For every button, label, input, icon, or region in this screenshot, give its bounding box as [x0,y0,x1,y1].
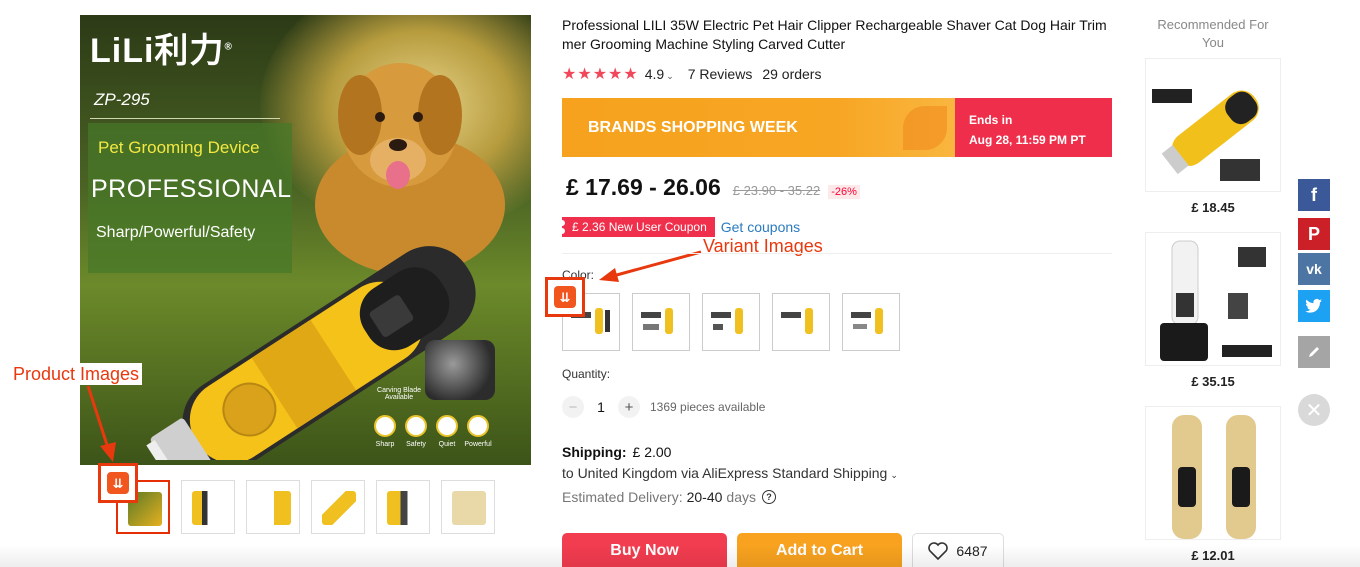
help-question-icon[interactable]: ? [761,490,776,504]
variant-thumb-2 [641,308,673,334]
close-icon[interactable]: ✕ [1298,394,1330,426]
download-variants-icon: ⇊ [554,286,576,308]
rating-row: ★★★★★ 4.9 ⌄ 7 Reviews 29 orders [562,64,821,84]
variant-thumb-3 [711,308,743,334]
recommended-image-3 [1145,406,1281,540]
recommended-title: Recommended For You [1157,17,1269,50]
recommended-image-1 [1145,58,1281,192]
price-row: £ 17.69 - 26.06 £ 23.90 - 35.22 -26% [566,174,860,201]
quantity-stepper: − 1 + 1369 pieces available [562,396,765,418]
quiet-icon [436,415,458,437]
ends-in-time: Aug 28, 11:59 PM PT [969,133,1086,147]
variant-images-marker: ⇊ [545,277,585,317]
thumbnail-2[interactable] [181,480,235,534]
thumbnail-6[interactable] [441,480,495,534]
shipping-method[interactable]: to United Kingdom via AliExpress Standar… [562,465,898,481]
feature-sharp: Sharp [372,415,398,448]
sharp-icon [374,415,396,437]
variant-option-4[interactable] [772,293,830,351]
variant-option-5[interactable] [842,293,900,351]
section-divider [562,253,1112,254]
twitter-icon[interactable] [1298,290,1330,322]
feature-icons: Sharp Safety Quiet Powerful [372,415,492,448]
feature-quiet: Quiet [434,415,460,448]
feature-safety: Safety [403,415,429,448]
current-price: £ 17.69 - 26.06 [566,174,721,200]
facebook-icon[interactable]: f [1298,179,1330,211]
ends-in-label: Ends in [969,113,1013,127]
promo-title: BRANDS SHOPPING WEEK [562,98,955,157]
promo-banner[interactable]: BRANDS SHOPPING WEEK Ends in Aug 28, 11:… [562,98,1112,157]
recommended-price-1: £ 18.45 [1191,200,1235,215]
headline-text: PROFESSIONAL [91,175,292,203]
carving-blade-image [425,340,495,400]
increase-quantity-button[interactable]: + [618,396,640,418]
model-divider [90,118,280,119]
variant-thumb-4 [781,308,813,334]
quantity-label: Quantity: [562,367,611,381]
variant-thumb-5 [851,308,883,334]
new-user-coupon[interactable]: £ 2.36 New User Coupon [559,217,715,237]
pinterest-icon[interactable]: P [1298,218,1330,250]
reviews-link[interactable]: 7 Reviews [688,66,753,82]
thumbnail-5[interactable] [376,480,430,534]
wishlist-button[interactable]: 6487 [912,533,1004,567]
color-variants [562,293,900,351]
rating-score[interactable]: 4.9 ⌄ [645,66,674,82]
safety-icon [405,415,427,437]
product-images-annotation: Product Images [10,363,143,385]
get-coupons-link[interactable]: Get coupons [721,219,800,235]
thumbnail-3[interactable] [246,480,300,534]
main-product-image[interactable]: LiLi利力® ZP-295 Pet Grooming Device PROFE… [80,15,531,465]
product-thumbnails [116,480,495,534]
product-images-arrow [86,385,116,462]
orders-count: 29 orders [762,66,822,82]
recommended-image-2 [1145,232,1281,366]
carving-blade-label: Carving Blade Available [377,387,421,401]
thumbnail-4[interactable] [311,480,365,534]
recommended-price-3: £ 12.01 [1191,548,1235,563]
product-title: Professional LILI 35W Electric Pet Hair … [562,17,1107,52]
heart-icon [928,542,949,560]
recommended-price-2: £ 35.15 [1191,374,1235,389]
discount-badge: -26% [828,185,860,199]
variant-option-3[interactable] [702,293,760,351]
star-rating-icon: ★★★★★ [562,66,639,83]
buy-now-button[interactable]: Buy Now [562,533,727,567]
add-to-cart-button[interactable]: Add to Cart [737,533,902,567]
chevron-down-icon: ⌄ [890,470,898,480]
feature-powerful: Powerful [464,415,492,448]
recommended-item-1[interactable]: £ 18.45 [1145,58,1281,215]
chevron-down-icon: ⌄ [666,71,674,81]
estimated-delivery: Estimated Delivery: 20-40 days ? [562,489,776,505]
variant-option-2[interactable] [632,293,690,351]
powerful-icon [467,415,489,437]
quantity-input[interactable]: 1 [584,399,618,415]
original-price: £ 23.90 - 35.22 [732,183,821,198]
delivery-days-unit: days [726,489,756,505]
shipping-cost: Shipping: £ 2.00 [562,444,671,460]
promo-countdown: Ends in Aug 28, 11:59 PM PT [955,98,1112,157]
model-number: ZP-295 [94,90,150,109]
shipping-price: £ 2.00 [632,444,672,460]
shipping-label: Shipping: [562,444,627,460]
vk-icon[interactable]: vk [1298,253,1330,285]
delivery-days-value: 20-40 [686,489,723,505]
promo-decoration [903,106,947,150]
edit-icon[interactable] [1298,336,1330,368]
recommended-item-3[interactable]: £ 12.01 [1145,406,1281,563]
recommended-item-2[interactable]: £ 35.15 [1145,232,1281,389]
product-images-marker: ⇊ [98,463,138,503]
download-images-icon: ⇊ [107,472,129,494]
coupon-row: £ 2.36 New User Coupon Get coupons [559,217,800,237]
wishlist-count: 6487 [956,543,988,559]
decrease-quantity-button[interactable]: − [562,396,584,418]
brand-logo: LiLi利力® [90,32,233,70]
stock-available: 1369 pieces available [650,400,766,414]
tagline-text: Pet Grooming Device [98,138,260,157]
